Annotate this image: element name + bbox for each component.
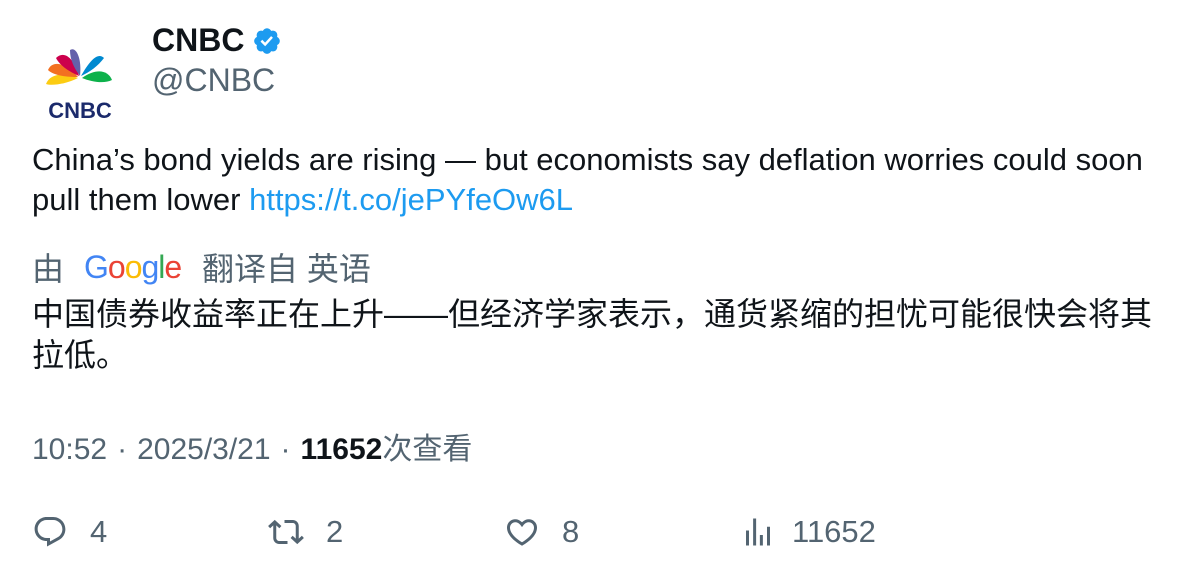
tweet-metadata: 10:52 · 2025/3/21 · 11652 次查看 <box>32 424 472 468</box>
reply-count: 4 <box>90 514 108 549</box>
author-name[interactable]: CNBC <box>152 22 282 59</box>
reply-button[interactable]: 4 <box>32 510 107 554</box>
translation-prefix: 由 <box>32 251 65 287</box>
meta-separator: · <box>280 433 291 466</box>
views-button[interactable]: 11652 <box>740 510 876 554</box>
like-button[interactable]: 8 <box>504 510 579 554</box>
like-count: 8 <box>562 514 580 549</box>
translation-suffix[interactable]: 翻译自 英语 <box>202 244 371 290</box>
tweet-body: China’s bond yields are rising — but eco… <box>32 142 1143 217</box>
retweet-icon <box>268 519 304 545</box>
translation-attribution: 由 Google 翻译自 英语 <box>32 246 371 288</box>
heart-icon <box>506 519 538 546</box>
tweet-date[interactable]: 2025/3/21 <box>137 433 270 467</box>
cnbc-peacock-logo-icon: CNBC <box>46 49 112 123</box>
svg-text:Google: Google <box>84 249 181 285</box>
views-count: 11652 <box>300 433 383 466</box>
google-logo-icon: Google <box>84 249 182 285</box>
tweet-text: China’s bond yields are rising — but eco… <box>32 140 1162 220</box>
tweet-time[interactable]: 10:52 <box>32 433 107 467</box>
tweet-link[interactable]: https://t.co/jePYfeOw6L <box>249 182 573 217</box>
retweet-count: 2 <box>326 514 344 549</box>
author-handle[interactable]: @CNBC <box>152 62 275 99</box>
meta-separator: · <box>117 433 128 466</box>
verified-badge-icon <box>254 27 281 54</box>
analytics-bar-chart-icon <box>746 518 770 546</box>
author-name-text[interactable]: CNBC <box>152 22 244 59</box>
retweet-button[interactable]: 2 <box>268 510 343 554</box>
translated-tweet-text: 中国债券收益率正在上升——但经济学家表示，通货紧缩的担忧可能很快会将其拉低。 <box>32 296 1153 373</box>
avatar[interactable]: CNBC <box>32 28 128 124</box>
svg-text:CNBC: CNBC <box>48 98 112 123</box>
views-action-count: 11652 <box>792 514 876 549</box>
reply-icon <box>34 517 66 547</box>
views-label: 次查看 <box>382 433 473 466</box>
